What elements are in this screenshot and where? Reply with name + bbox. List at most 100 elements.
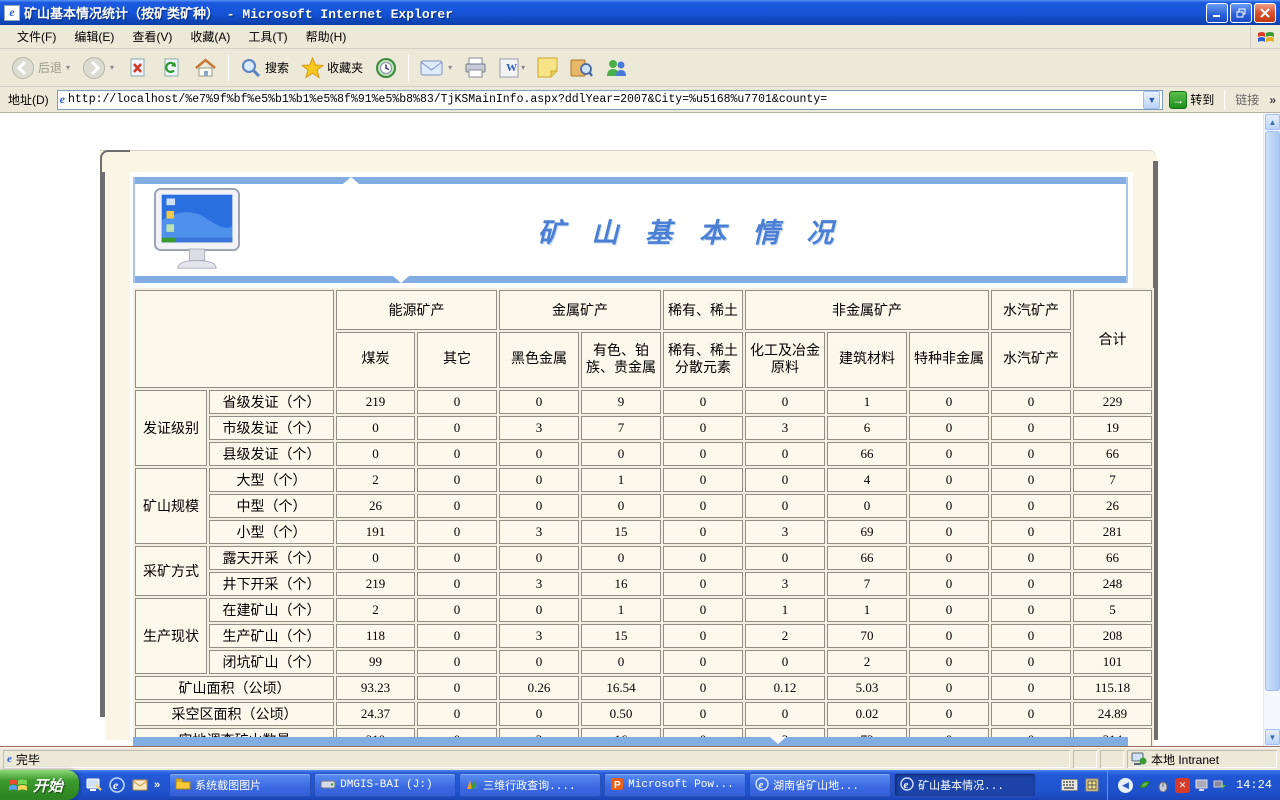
table-cell: 0 <box>417 416 497 440</box>
close-button[interactable] <box>1254 3 1276 23</box>
table-cell: 219 <box>336 572 415 596</box>
taskbar-task-button[interactable]: e湖南省矿山地... <box>749 773 891 797</box>
messenger-button[interactable] <box>600 53 633 82</box>
back-button[interactable]: 后退 ▾ <box>6 52 75 84</box>
toolbar-separator <box>408 55 409 81</box>
menu-file[interactable]: 文件(F) <box>8 25 65 48</box>
favorites-button[interactable]: 收藏夹 <box>296 53 368 83</box>
tray-mouse-icon[interactable] <box>1156 778 1171 793</box>
task-label: 三维行政查询.... <box>483 777 575 793</box>
menu-tools[interactable]: 工具(T) <box>239 25 296 48</box>
table-cell: 1 <box>745 598 825 622</box>
table-cell: 15 <box>581 520 661 544</box>
system-tray: ◀ ✕ 14:24 <box>1107 770 1280 800</box>
table-cell: 6 <box>827 416 907 440</box>
menu-view[interactable]: 查看(V) <box>123 25 181 48</box>
back-dropdown-icon[interactable]: ▾ <box>66 63 70 72</box>
table-cell: 93.23 <box>336 676 415 700</box>
minimize-button[interactable] <box>1206 3 1228 23</box>
table-cell: 0 <box>909 572 989 596</box>
table-cell: 3 <box>499 520 579 544</box>
mine-statistics-table: 能源矿产金属矿产稀有、稀土非金属矿产水汽矿产合计煤炭其它黑色金属有色、铂族、贵金… <box>133 288 1154 747</box>
tray-antivirus-icon[interactable] <box>1137 778 1152 793</box>
ime-icon[interactable] <box>1083 776 1101 794</box>
mail-icon <box>420 58 444 78</box>
taskbar-task-button[interactable]: DMGIS-BAI (J:) <box>314 773 456 797</box>
links-chevron-icon[interactable]: » <box>1269 93 1276 107</box>
forward-button[interactable]: ▾ <box>77 52 119 84</box>
mail-button[interactable]: ▾ <box>415 54 457 82</box>
url-text[interactable]: http://localhost/%e7%9f%bf%e5%b1%b1%e5%8… <box>68 93 1140 106</box>
menu-favorites[interactable]: 收藏(A) <box>181 25 239 48</box>
table-cell: 281 <box>1073 520 1152 544</box>
forward-icon <box>82 56 106 80</box>
table-cell: 0 <box>417 624 497 648</box>
table-cell: 1 <box>827 390 907 414</box>
print-icon <box>464 57 487 78</box>
task-buttons: 系统截图图片DMGIS-BAI (J:) 三维行政查询.... PMicrosoft… <box>166 770 1055 800</box>
restore-button[interactable] <box>1230 3 1252 23</box>
row-label: 大型（个） <box>209 468 334 492</box>
taskbar-task-button[interactable]: e矿山基本情况... <box>894 773 1036 797</box>
taskbar-task-button[interactable]: 系统截图图片 <box>169 773 311 797</box>
show-desktop-icon[interactable] <box>85 776 103 794</box>
table-cell: 3 <box>499 572 579 596</box>
table-cell: 0 <box>581 494 661 518</box>
history-button[interactable] <box>370 53 402 83</box>
scrollbar-thumb[interactable] <box>1265 131 1280 691</box>
tray-security-alert-icon[interactable]: ✕ <box>1175 778 1190 793</box>
taskbar-task-button[interactable]: 三维行政查询.... <box>459 773 601 797</box>
print-button[interactable] <box>459 53 492 82</box>
quick-ie-icon[interactable]: e <box>108 776 126 794</box>
address-input[interactable]: e http://localhost/%e7%9f%bf%e5%b1%b1%e5… <box>57 90 1164 110</box>
scroll-down-button[interactable]: ▼ <box>1265 729 1280 745</box>
notes-button[interactable] <box>532 53 563 82</box>
tray-network-icon[interactable] <box>1213 778 1228 793</box>
scroll-up-button[interactable]: ▲ <box>1265 114 1280 130</box>
table-cell: 0 <box>417 442 497 466</box>
table-cell: 0 <box>909 624 989 648</box>
table-cell: 0 <box>909 494 989 518</box>
discuss-button[interactable] <box>565 53 598 82</box>
mail-dropdown-icon[interactable]: ▾ <box>448 63 452 72</box>
row-label: 省级发证（个） <box>209 390 334 414</box>
address-dropdown-button[interactable]: ▼ <box>1143 91 1160 109</box>
column-group-header: 金属矿产 <box>499 290 661 330</box>
stop-button[interactable] <box>121 53 153 83</box>
row-label: 矿山面积（公顷） <box>135 676 334 700</box>
vertical-scrollbar[interactable]: ▲ ▼ <box>1263 113 1280 746</box>
table-cell: 26 <box>336 494 415 518</box>
table-cell: 229 <box>1073 390 1152 414</box>
table-cell: 7 <box>581 416 661 440</box>
keyboard-icon[interactable] <box>1061 776 1079 794</box>
tray-display-icon[interactable] <box>1194 778 1209 793</box>
home-button[interactable] <box>189 53 222 83</box>
start-button[interactable]: 开始 <box>0 770 79 800</box>
menu-edit[interactable]: 编辑(E) <box>65 25 123 48</box>
search-icon <box>240 57 262 79</box>
table-cell: 70 <box>827 624 907 648</box>
forward-dropdown-icon[interactable]: ▾ <box>110 63 114 72</box>
column-header: 化工及冶金原料 <box>745 332 825 388</box>
refresh-button[interactable] <box>155 53 187 83</box>
back-label: 后退 <box>38 59 62 76</box>
links-label[interactable]: 链接 <box>1229 91 1265 108</box>
quick-mail-icon[interactable] <box>131 776 149 794</box>
table-cell: 0 <box>499 546 579 570</box>
table-cell: 19 <box>1073 416 1152 440</box>
edit-with-word-button[interactable]: W ▾ <box>494 54 530 82</box>
row-label: 市级发证（个） <box>209 416 334 440</box>
search-button[interactable]: 搜索 <box>235 53 294 83</box>
table-cell: 1 <box>827 598 907 622</box>
internet-explorer-icon: e <box>4 5 20 21</box>
edit-dropdown-icon[interactable]: ▾ <box>521 63 525 72</box>
page-bottom-bar <box>133 737 1128 747</box>
table-cell: 5.03 <box>827 676 907 700</box>
tray-collapse-icon[interactable]: ◀ <box>1118 778 1133 793</box>
menu-help[interactable]: 帮助(H) <box>297 25 356 48</box>
taskbar-task-button[interactable]: PMicrosoft Pow... <box>604 773 746 797</box>
row-label: 中型（个） <box>209 494 334 518</box>
go-button[interactable]: → 转到 <box>1167 90 1220 110</box>
quick-launch-overflow-icon[interactable]: » <box>154 779 160 791</box>
language-bar <box>1055 770 1107 800</box>
